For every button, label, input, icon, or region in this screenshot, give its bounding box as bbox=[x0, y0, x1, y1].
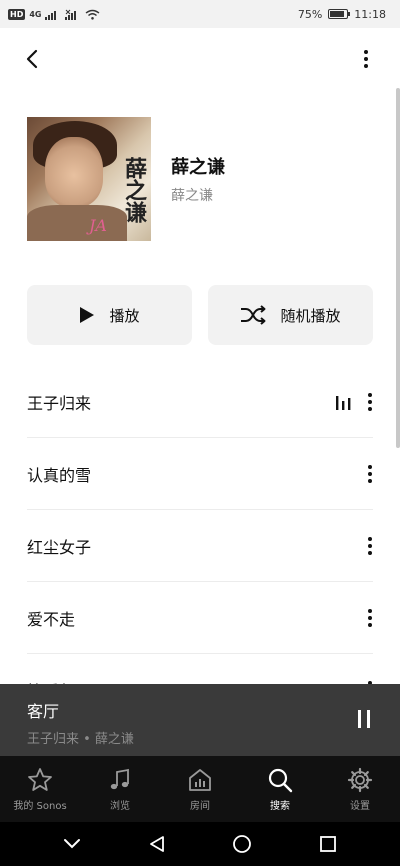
signal-no-sim-icon bbox=[65, 9, 77, 20]
track-title: 认真的雪 bbox=[27, 465, 92, 485]
shuffle-button[interactable]: 随机播放 bbox=[208, 285, 373, 345]
track-row[interactable]: 爱不走 bbox=[27, 582, 373, 654]
star-icon bbox=[28, 767, 52, 791]
pause-icon bbox=[358, 710, 361, 728]
action-buttons: 播放 随机播放 bbox=[27, 285, 373, 345]
home-icon[interactable] bbox=[232, 834, 252, 854]
top-app-bar bbox=[0, 28, 400, 90]
back-button[interactable] bbox=[16, 43, 48, 75]
mini-player-room: 客厅 bbox=[27, 702, 60, 721]
signal-icon bbox=[45, 10, 57, 20]
nav-search[interactable]: 搜索 bbox=[240, 756, 320, 822]
cover-signature: JA bbox=[89, 216, 107, 235]
hd-badge: HD bbox=[8, 8, 26, 20]
battery-icon bbox=[328, 9, 351, 19]
back-arrow-icon bbox=[26, 49, 38, 69]
search-icon bbox=[268, 768, 293, 792]
nav-settings[interactable]: 设置 bbox=[320, 756, 400, 822]
status-bar: HD 4G 75% 11:18 bbox=[0, 0, 400, 28]
nav-label: 搜索 bbox=[270, 800, 290, 812]
shuffle-icon bbox=[241, 305, 266, 325]
nav-my-sonos[interactable]: 我的 Sonos bbox=[0, 756, 80, 822]
play-icon bbox=[80, 307, 95, 323]
bottom-navigation: 我的 Sonos 浏览 房间 搜索 设置 bbox=[0, 756, 400, 822]
artist-name: 薛之谦 bbox=[171, 157, 225, 178]
artist-cover-image: 薛之谦 JA bbox=[27, 117, 151, 241]
system-navigation-bar bbox=[0, 822, 400, 866]
track-row[interactable]: 红尘女子 bbox=[27, 510, 373, 582]
artist-subtitle: 薛之谦 bbox=[171, 188, 213, 204]
track-more-icon[interactable] bbox=[367, 536, 373, 556]
mini-player[interactable]: 客厅 王子归来 • 薛之谦 bbox=[0, 684, 400, 756]
collapse-icon[interactable] bbox=[63, 838, 81, 850]
status-left: HD 4G bbox=[8, 8, 100, 20]
network-type: 4G bbox=[29, 9, 42, 19]
track-title: 王子归来 bbox=[27, 393, 92, 413]
gear-icon bbox=[347, 767, 373, 792]
cover-calligraphy: 薛之谦 bbox=[121, 157, 147, 223]
artist-info: 薛之谦 薛之谦 bbox=[171, 153, 225, 205]
play-button-label: 播放 bbox=[109, 306, 140, 325]
track-more-icon[interactable] bbox=[367, 608, 373, 628]
music-note-icon bbox=[110, 768, 129, 789]
nav-label: 浏览 bbox=[110, 800, 130, 812]
nav-label: 我的 Sonos bbox=[13, 800, 67, 812]
mini-player-track: 王子归来 • 薛之谦 bbox=[27, 732, 134, 747]
nav-label: 设置 bbox=[350, 800, 370, 812]
track-more-icon[interactable] bbox=[367, 392, 373, 412]
now-playing-equalizer-icon bbox=[336, 395, 351, 410]
track-row[interactable]: 认真的雪 bbox=[27, 438, 373, 510]
track-list: 王子归来 认真的雪 红尘女子 爱不走 快乐帮 bbox=[27, 366, 373, 726]
recents-icon[interactable] bbox=[319, 835, 337, 853]
nav-label: 房间 bbox=[190, 800, 210, 812]
rooms-icon bbox=[189, 768, 211, 791]
artist-header: 薛之谦 JA 薛之谦 薛之谦 bbox=[27, 117, 225, 241]
track-title: 爱不走 bbox=[27, 609, 76, 629]
clock: 11:18 bbox=[354, 7, 386, 21]
track-title: 红尘女子 bbox=[27, 537, 92, 557]
wifi-icon bbox=[86, 9, 100, 20]
more-options-button[interactable] bbox=[350, 43, 382, 75]
status-right: 75% 11:18 bbox=[298, 8, 386, 21]
play-button[interactable]: 播放 bbox=[27, 285, 192, 345]
more-vertical-icon bbox=[364, 50, 368, 68]
scrollbar[interactable] bbox=[396, 88, 400, 448]
shuffle-button-label: 随机播放 bbox=[280, 306, 341, 325]
battery-percent: 75% bbox=[297, 7, 323, 21]
track-row[interactable]: 王子归来 bbox=[27, 366, 373, 438]
nav-rooms[interactable]: 房间 bbox=[160, 756, 240, 822]
system-back-icon[interactable] bbox=[148, 835, 166, 853]
pause-button[interactable] bbox=[358, 710, 370, 728]
nav-browse[interactable]: 浏览 bbox=[80, 756, 160, 822]
track-more-icon[interactable] bbox=[367, 464, 373, 484]
